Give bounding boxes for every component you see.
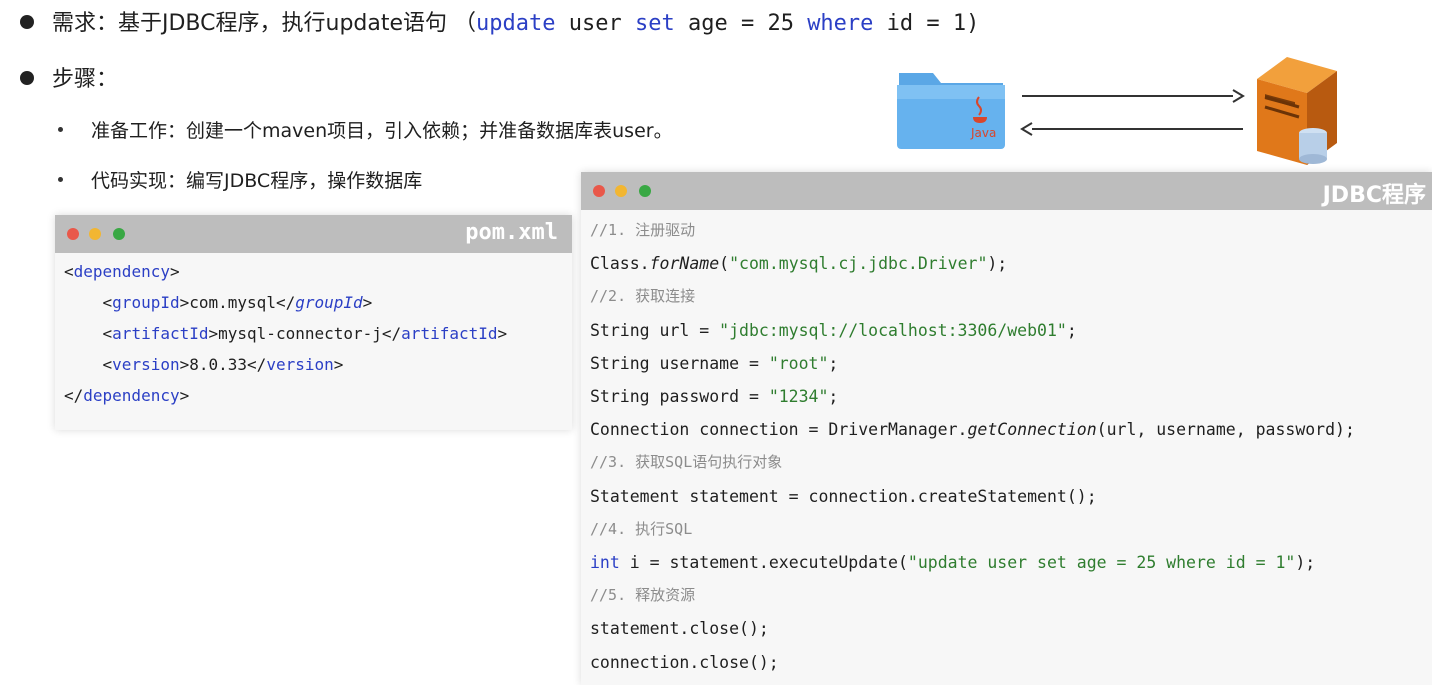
jdbc-program-window: JDBC程序 //1. 注册驱动 Class.forName("com.mysql… [581,172,1432,685]
jdbc-window-title: JDBC程序 [1322,183,1426,208]
sql-keyword-where: where [807,11,874,36]
arrow-left [1020,122,1243,136]
step-item: 准备工作：创建一个maven项目，引入依赖；并准备数据库表user。 [58,117,673,145]
bullet-icon [20,71,34,85]
sql-text: user [555,11,635,36]
code-line: Class.forName("com.mysql.cj.jdbc.Driver"… [590,254,1008,274]
dot-icon [58,177,63,182]
code-comment: //4. 执行SQL [590,519,693,538]
dot-icon [58,127,63,132]
java-to-server-diagram: Java [897,57,1337,165]
java-folder-icon: Java [897,73,1005,149]
close-dot-icon [67,228,79,240]
code-line: Connection connection = DriverManager.ge… [590,420,1355,440]
steps-title: 步骤： [52,67,119,92]
pom-code: <dependency> <groupId>com.mysql</groupId… [64,256,507,411]
code-line: <version>8.0.33</version> [64,355,344,374]
step-text: 代码实现：编写JDBC程序，操作数据库 [91,170,423,192]
code-line: String url = "jdbc:mysql://localhost:330… [590,320,1077,340]
sql-text: id = 1) [873,11,980,36]
bullet-icon [20,15,34,29]
minimize-dot-icon [89,228,101,240]
pom-window-title: pom.xml [465,220,558,245]
code-comment: //1. 注册驱动 [590,221,696,239]
arrow-right [1022,89,1245,103]
step-item: 代码实现：编写JDBC程序，操作数据库 [58,167,422,195]
window-titlebar: pom.xml [55,215,572,253]
code-line: <artifactId>mysql-connector-j</artifactI… [64,324,508,343]
database-server-icon [1257,57,1337,165]
code-line: <groupId>com.mysql</groupId> [64,293,373,312]
close-dot-icon [593,185,605,197]
sql-keyword-update: update [476,11,556,36]
pom-xml-window: pom.xml <dependency> <groupId>com.mysql<… [55,215,572,430]
jdbc-code: //1. 注册驱动 Class.forName("com.mysql.cj.jdb… [590,214,1355,679]
code-line: connection.close(); [590,652,779,672]
code-line: int i = statement.executeUpdate("update … [590,553,1316,573]
sql-keyword-set: set [634,11,675,36]
code-line: String password = "1234"; [590,387,839,407]
code-line: statement.close(); [590,619,769,639]
code-line: String username = "root"; [590,353,839,373]
sql-text: age = 25 [674,11,808,36]
code-comment: //3. 获取SQL语句执行对象 [590,453,783,472]
window-titlebar: JDBC程序 [581,172,1432,210]
maximize-dot-icon [113,228,125,240]
requirement-text: 需求：基于JDBC程序，执行update语句 （ [52,11,477,36]
steps-heading: 步骤： [20,64,118,96]
requirement-line: 需求：基于JDBC程序，执行update语句 （update user set … [20,8,979,40]
code-line: </dependency> [64,386,190,405]
java-label: Java [970,126,996,140]
code-line: <dependency> [64,262,180,281]
code-line: Statement statement = connection.createS… [590,486,1097,506]
minimize-dot-icon [615,185,627,197]
step-text: 准备工作：创建一个maven项目，引入依赖；并准备数据库表user。 [91,120,673,142]
maximize-dot-icon [639,185,651,197]
code-comment: //2. 获取连接 [590,287,696,306]
code-comment: //5. 释放资源 [590,586,696,605]
